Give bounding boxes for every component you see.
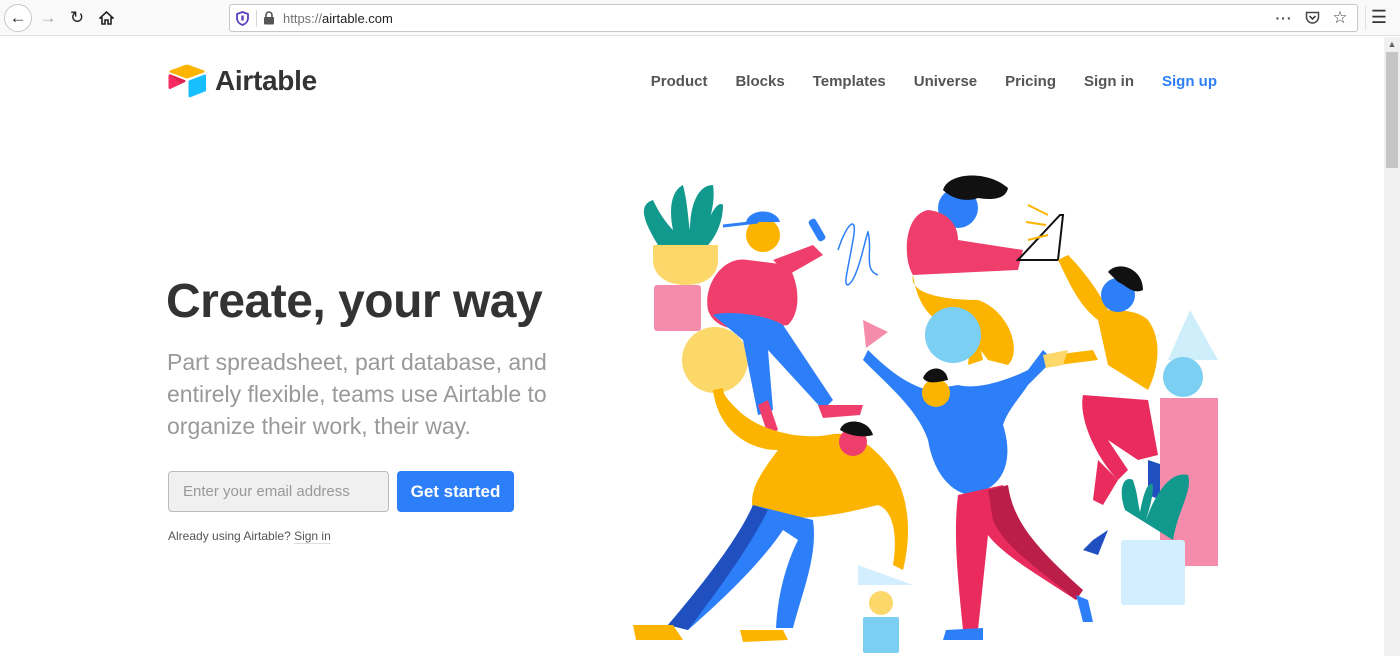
hero-subtitle: Part spreadsheet, part database, and ent… [167,349,547,439]
blue-ball-shape [1163,357,1203,397]
forward-button[interactable]: → [34,4,62,32]
nav-product[interactable]: Product [651,73,708,90]
reload-icon: ↻ [69,8,85,27]
toolbar-separator [1365,6,1366,30]
airtable-logo[interactable]: Airtable [167,64,317,98]
scroll-thumb[interactable] [1386,52,1398,168]
more-actions-icon: ··· [1275,10,1293,26]
bookmark-button[interactable]: ☆ [1331,8,1349,27]
pocket-icon [1305,11,1319,24]
main-nav: Product Blocks Templates Universe Pricin… [651,73,1217,90]
logo-text: Airtable [215,65,317,96]
reload-button[interactable]: ↻ [63,4,91,32]
hero-title: Create, your way [166,275,543,328]
get-started-button[interactable]: Get started [397,471,514,512]
nav-universe[interactable]: Universe [914,73,977,90]
back-button[interactable]: ← [4,4,32,32]
forward-icon: → [39,8,57,27]
bookmark-star-icon: ☆ [1332,8,1348,27]
already-using-text: Already using Airtable? Sign in [168,529,331,544]
browser-toolbar: ← → ↻ https://airtable.com ··· ☆ ☰ [0,0,1400,36]
home-icon [98,11,114,25]
url-host: airtable.com [322,11,393,26]
home-button[interactable] [92,4,120,32]
more-actions-button[interactable]: ··· [1275,9,1293,27]
yellow-ball-shape [682,327,748,393]
triangle-shape [1168,310,1218,360]
url-separator [256,10,257,27]
already-using-label: Already using Airtable? [168,529,295,543]
email-input[interactable] [168,471,389,512]
sign-in-link[interactable]: Sign in [294,529,331,544]
back-icon: ← [9,8,27,27]
scroll-up-arrow[interactable]: ▲ [1384,37,1400,51]
url-bar[interactable]: https://airtable.com ··· ☆ [229,4,1358,32]
nav-sign-in[interactable]: Sign in [1084,73,1134,90]
nav-templates[interactable]: Templates [813,73,886,90]
nav-blocks[interactable]: Blocks [735,73,784,90]
hamburger-menu-icon: ☰ [1370,6,1388,27]
woman-dancing-illustration [863,320,1093,640]
pocket-button[interactable] [1303,9,1321,27]
tracking-shield-icon[interactable] [236,11,249,26]
page-scrollbar[interactable]: ▲ [1384,37,1400,656]
man-drawing-illustration [707,211,879,435]
hero-illustration [633,175,1218,653]
url-scheme: https:// [283,11,323,26]
app-menu-button[interactable]: ☰ [1368,6,1390,28]
nav-sign-up[interactable]: Sign up [1162,73,1217,90]
nav-pricing[interactable]: Pricing [1005,73,1056,90]
airtable-logo-icon [168,64,206,98]
url-text[interactable]: https://airtable.com [283,11,393,26]
lock-icon[interactable] [263,11,275,25]
woman-laptop-illustration [906,175,1065,365]
